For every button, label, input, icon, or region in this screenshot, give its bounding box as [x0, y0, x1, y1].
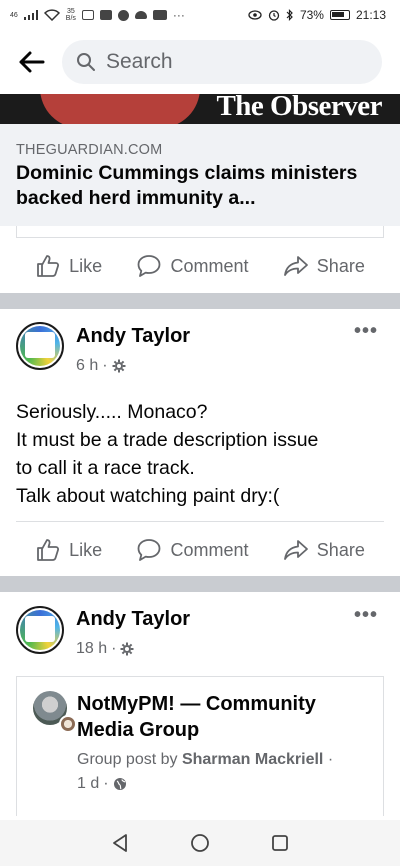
comment-icon [138, 255, 161, 277]
group-post-time[interactable]: 1 d [77, 775, 99, 793]
meta-dot: · [102, 357, 108, 374]
post-line: Talk about watching paint dry:( [16, 485, 280, 507]
action-bar: Like Comment Share [0, 522, 400, 578]
status-left: 46 35 B/s ··· [10, 8, 185, 22]
battery-percent: 73% [299, 8, 324, 22]
link-card-border [16, 226, 384, 238]
poster-mini-avatar [59, 715, 77, 733]
post-author[interactable]: Andy Taylor [76, 608, 190, 631]
meta-dot: · [111, 640, 117, 657]
news-icon [152, 10, 167, 20]
post-time[interactable]: 6 h [76, 357, 98, 375]
group-post-byline: Group post by Sharman Mackriell · [77, 751, 333, 769]
net-speed-value: 35 [66, 8, 75, 15]
gmail-icon [81, 10, 94, 20]
post-more-button[interactable]: ••• [354, 604, 378, 627]
post-meta: 6 h · [76, 357, 126, 375]
square-recents-icon [272, 835, 288, 851]
arrow-left-icon [19, 51, 45, 73]
system-nav-bar [0, 820, 400, 866]
browser-icon [117, 9, 129, 21]
like-button[interactable]: Like [35, 253, 102, 279]
share-icon [283, 256, 308, 276]
comment-button[interactable]: Comment [136, 537, 249, 563]
circle-home-icon [191, 834, 209, 852]
post-line: Seriously..... Monaco? [16, 401, 208, 423]
share-label: Share [316, 539, 365, 560]
feed-separator [0, 293, 400, 309]
signal-icon [23, 10, 38, 20]
cloud-icon [134, 11, 147, 19]
status-bar: 46 35 B/s ··· 73% 21:13 [0, 0, 400, 30]
like-button[interactable]: Like [35, 537, 102, 563]
like-label: Like [69, 255, 103, 276]
post-line: It must be a trade description issue [16, 429, 319, 451]
network-label: 46 [10, 11, 18, 19]
comment-button[interactable]: Comment [136, 253, 249, 279]
post-meta: 18 h · [76, 640, 134, 658]
meta-dot: · [327, 751, 334, 768]
avatar-image [25, 332, 55, 358]
post-more-button[interactable]: ••• [354, 320, 378, 343]
gear-icon [112, 359, 126, 373]
link-title: Dominic Cummings claims ministers backed… [16, 162, 358, 209]
gear-icon [120, 642, 134, 656]
avatar[interactable] [16, 606, 64, 654]
clock: 21:13 [355, 8, 386, 22]
post-text: Seriously..... Monaco? It must be a trad… [16, 398, 386, 510]
thumbs-up-icon [37, 539, 60, 561]
share-icon [283, 540, 308, 560]
meta-dot: · [103, 775, 109, 792]
action-bar: Like Comment Share [0, 238, 400, 294]
nav-back-button[interactable] [108, 831, 132, 855]
search-icon [77, 53, 95, 71]
bluetooth-icon [286, 9, 293, 21]
comment-label: Comment [170, 255, 249, 276]
avatar[interactable] [16, 322, 64, 370]
link-image-face [40, 94, 200, 124]
post-line: to call it a race track. [16, 457, 195, 479]
triangle-back-icon [113, 834, 127, 852]
group-post-meta: 1 d · [77, 775, 127, 793]
alarm-icon [268, 10, 280, 21]
nav-home-button[interactable] [188, 831, 212, 855]
net-speed: 35 B/s [66, 8, 76, 22]
comment-icon [138, 539, 161, 561]
search-header [0, 30, 400, 94]
eye-icon [248, 10, 262, 20]
battery-icon [329, 10, 350, 20]
wifi-icon [43, 9, 60, 21]
status-right: 73% 21:13 [248, 8, 386, 22]
globe-icon [113, 778, 126, 790]
avatar-image [25, 616, 55, 642]
comment-label: Comment [170, 539, 249, 560]
thumbs-up-icon [37, 255, 60, 277]
share-button[interactable]: Share [283, 253, 365, 279]
group-name[interactable]: NotMyPM! — Community Media Group [77, 691, 377, 743]
feed-separator [0, 576, 400, 592]
byline-prefix: Group post by [77, 751, 178, 768]
shared-group-post[interactable]: NotMyPM! — Community Media Group Group p… [16, 676, 384, 816]
youtube-icon [99, 10, 112, 20]
link-domain: THEGUARDIAN.COM [16, 142, 163, 158]
share-label: Share [316, 255, 365, 276]
more-notifications-icon: ··· [172, 8, 185, 22]
nav-recents-button[interactable] [268, 831, 292, 855]
net-speed-unit: B/s [65, 15, 76, 22]
post-time[interactable]: 18 h [76, 640, 107, 658]
byline-author[interactable]: Sharman Mackriell [182, 751, 323, 768]
back-button[interactable] [14, 45, 48, 79]
link-image-masthead: The Observer [216, 94, 382, 122]
link-preview-image[interactable]: The Observer [0, 94, 400, 124]
search-input[interactable] [106, 50, 326, 74]
share-button[interactable]: Share [283, 537, 365, 563]
search-box[interactable] [62, 40, 382, 84]
link-preview-meta[interactable]: THEGUARDIAN.COM Dominic Cummings claims … [0, 124, 400, 226]
post-author[interactable]: Andy Taylor [76, 325, 190, 348]
like-label: Like [69, 539, 103, 560]
